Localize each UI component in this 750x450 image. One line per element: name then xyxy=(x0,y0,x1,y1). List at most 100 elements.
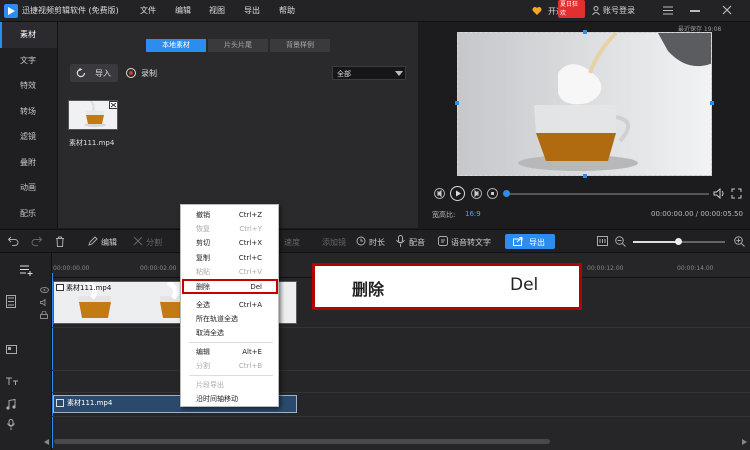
microphone-icon[interactable] xyxy=(396,235,405,247)
menu-item-split[interactable]: 分割 Ctrl+B xyxy=(196,360,276,372)
dub-button[interactable]: 配音 xyxy=(409,237,425,248)
video-clip-label: 素材111.mp4 xyxy=(66,284,112,292)
speech-to-text-icon[interactable] xyxy=(438,236,448,246)
progress-handle[interactable] xyxy=(503,190,510,197)
audio-clip-label: 素材111.mp4 xyxy=(67,399,113,407)
screen-fit-icon[interactable] xyxy=(597,236,608,246)
menu-item-edit[interactable]: 编辑 Alt+E xyxy=(196,346,276,358)
tab-intro-outro[interactable]: 片头片尾 xyxy=(208,39,268,52)
record-label: 录制 xyxy=(141,69,157,78)
login-link[interactable]: 账号登录 xyxy=(603,5,635,16)
tab-background-samples[interactable]: 背景样例 xyxy=(270,39,330,52)
zoom-in-icon[interactable] xyxy=(734,236,745,247)
menu-file[interactable]: 文件 xyxy=(140,5,156,16)
speech-to-text-button[interactable]: 语音转文字 xyxy=(451,237,491,248)
minimize-icon[interactable] xyxy=(690,10,700,12)
add-lens-button[interactable]: 添加镜 xyxy=(322,237,346,248)
speaker-icon[interactable] xyxy=(40,299,49,306)
sidebar: 素材 文字 特效 转场 滤镜 叠附 动画 配乐 xyxy=(0,22,58,228)
play-icon[interactable] xyxy=(450,186,465,201)
prev-frame-icon[interactable] xyxy=(434,188,445,199)
zoom-callout-label: 删除 xyxy=(352,280,385,299)
sidebar-item-transitions[interactable]: 转场 xyxy=(0,99,57,125)
volume-icon[interactable] xyxy=(713,188,725,199)
split-button[interactable]: 分割 xyxy=(146,237,162,248)
delete-icon[interactable] xyxy=(55,236,65,247)
menu-icon[interactable] xyxy=(663,6,673,15)
eye-icon[interactable] xyxy=(40,287,49,293)
lock-icon[interactable] xyxy=(40,311,48,319)
import-icon xyxy=(76,68,86,78)
aspect-ratio-label: 宽高比: xyxy=(432,211,456,219)
pip-track-icon[interactable] xyxy=(6,345,17,354)
scroll-left-icon[interactable] xyxy=(44,439,49,445)
menu-view[interactable]: 视图 xyxy=(209,5,225,16)
music-track-icon[interactable] xyxy=(6,399,16,410)
zoom-callout: 删除 Del xyxy=(312,263,582,310)
sidebar-item-filters[interactable]: 滤镜 xyxy=(0,124,57,150)
scroll-right-icon[interactable] xyxy=(742,439,747,445)
preview-tea-image xyxy=(458,33,711,175)
import-label: 导入 xyxy=(95,69,111,78)
sidebar-item-media[interactable]: 素材 xyxy=(0,22,57,48)
sidebar-item-music[interactable]: 配乐 xyxy=(0,201,57,227)
menu-help[interactable]: 帮助 xyxy=(279,5,295,16)
zoom-out-icon[interactable] xyxy=(615,236,626,247)
undo-icon[interactable] xyxy=(8,236,19,246)
app-title: 迅捷视频剪辑软件 (免费版) xyxy=(22,6,119,15)
export-button[interactable]: 导出 xyxy=(505,234,555,249)
edit-button[interactable]: 编辑 xyxy=(101,237,117,248)
menu-item-redo[interactable]: 恢复 Ctrl+Y xyxy=(196,223,276,235)
menu-item-copy[interactable]: 复制 Ctrl+C xyxy=(196,252,276,264)
menu-separator xyxy=(189,342,273,343)
media-clip-name: 素材111.mp4 xyxy=(69,139,115,147)
tab-local-media[interactable]: 本地素材 xyxy=(146,39,206,52)
preview-frame xyxy=(457,32,712,176)
user-icon xyxy=(592,6,600,15)
text-track-icon[interactable] xyxy=(6,377,18,386)
menu-export[interactable]: 导出 xyxy=(244,5,260,16)
record-button[interactable]: 录制 xyxy=(126,66,166,80)
menu-item-deselect-all[interactable]: 取消全选 xyxy=(196,327,276,339)
menu-item-select-all[interactable]: 全选 Ctrl+A xyxy=(196,299,276,311)
menu-item-undo[interactable]: 撤销 Ctrl+Z xyxy=(196,209,276,221)
next-frame-icon[interactable] xyxy=(471,188,482,199)
import-button[interactable]: 导入 xyxy=(70,64,118,82)
vip-button[interactable]: 开通VIP 夏日狂欢 xyxy=(530,0,585,19)
fullscreen-icon[interactable] xyxy=(731,188,742,199)
media-clip-thumbnail[interactable] xyxy=(68,100,118,130)
chevron-down-icon xyxy=(395,71,403,76)
split-icon[interactable] xyxy=(133,236,143,246)
menu-item-select-track[interactable]: 所在轨道全选 xyxy=(196,313,276,325)
sidebar-item-effects[interactable]: 特效 xyxy=(0,73,57,99)
video-track-icon[interactable] xyxy=(6,295,16,308)
filter-select[interactable]: 全部 xyxy=(332,66,406,80)
zoom-slider-handle[interactable] xyxy=(675,238,682,245)
menu-item-move-along-timeline[interactable]: 沿时间轴移动 xyxy=(196,393,276,405)
duration-button[interactable]: 时长 xyxy=(369,237,385,248)
vip-badge: 夏日狂欢 xyxy=(558,0,585,18)
stop-icon[interactable] xyxy=(487,188,498,199)
menu-item-paste[interactable]: 粘贴 Ctrl+V xyxy=(196,266,276,278)
redo-icon[interactable] xyxy=(31,236,42,246)
preview-panel: 宽高比: 16:9 00:00:00.00 / 00:00:05.50 xyxy=(419,22,750,228)
horizontal-scrollbar[interactable] xyxy=(54,439,550,444)
sidebar-item-text[interactable]: 文字 xyxy=(0,48,57,74)
add-track-icon[interactable] xyxy=(20,265,33,276)
progress-track[interactable] xyxy=(505,193,709,195)
menu-item-cut[interactable]: 剪切 Ctrl+X xyxy=(196,237,276,249)
aspect-ratio-value[interactable]: 16:9 xyxy=(465,210,481,218)
ruler-tick-14: 00:00:14.00 xyxy=(677,265,714,272)
close-icon[interactable] xyxy=(722,5,732,15)
export-icon xyxy=(513,237,523,246)
menu-item-export-segment[interactable]: 片段导出 xyxy=(196,379,276,391)
edit-icon[interactable] xyxy=(88,236,98,246)
speed-button[interactable]: 速度 xyxy=(284,237,300,248)
voice-track-icon[interactable] xyxy=(7,419,15,430)
sidebar-item-overlay[interactable]: 叠附 xyxy=(0,150,57,176)
menu-item-delete[interactable]: 删除 Del xyxy=(196,281,276,293)
duration-icon[interactable] xyxy=(356,236,366,246)
menu-edit[interactable]: 编辑 xyxy=(175,5,191,16)
sidebar-item-animation[interactable]: 动画 xyxy=(0,175,57,201)
clip-close-icon[interactable] xyxy=(109,101,117,109)
